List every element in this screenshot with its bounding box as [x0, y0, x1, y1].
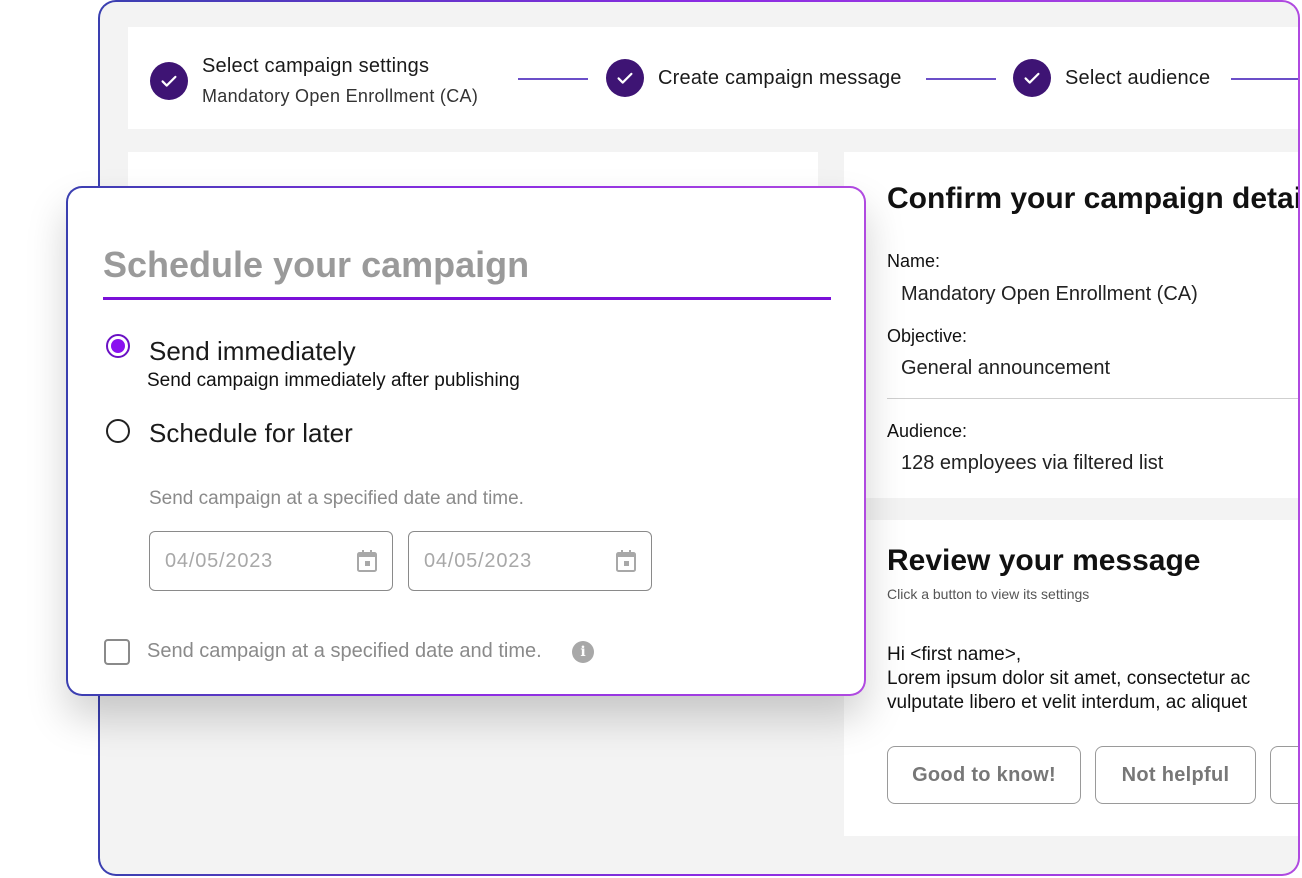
- step-campaign-message[interactable]: Create campaign message: [606, 59, 902, 97]
- title-underline: [103, 297, 831, 300]
- calendar-icon[interactable]: [356, 549, 378, 578]
- info-icon[interactable]: i: [572, 641, 594, 663]
- send-immediately-label[interactable]: Send immediately: [149, 336, 356, 367]
- step-connector: [1231, 78, 1298, 80]
- message-body-line: Lorem ipsum dolor sit amet, consectetur …: [887, 668, 1251, 689]
- divider: [887, 398, 1298, 399]
- audience-value: 128 employees via filtered list: [901, 452, 1164, 474]
- end-date-value: 04/05/2023: [424, 550, 533, 572]
- modal-title: Schedule your campaign: [103, 244, 530, 285]
- end-date-input[interactable]: 04/05/2023: [408, 531, 652, 591]
- specified-time-checkbox[interactable]: [104, 639, 130, 665]
- schedule-later-radio[interactable]: [106, 419, 130, 443]
- step-title: Create campaign message: [658, 66, 902, 89]
- start-date-value: 04/05/2023: [165, 550, 274, 572]
- step-title: Select campaign settings: [202, 55, 430, 77]
- good-to-know-button[interactable]: Good to know!: [887, 746, 1081, 804]
- step-subtitle: Mandatory Open Enrollment (CA): [202, 86, 479, 106]
- check-icon: [150, 62, 188, 100]
- review-title: Review your message: [887, 544, 1201, 577]
- calendar-icon[interactable]: [615, 549, 637, 578]
- progress-stepper: Select campaign settings Mandatory Open …: [128, 27, 1298, 129]
- confirm-title: Confirm your campaign detai: [887, 182, 1300, 215]
- send-immediately-radio[interactable]: [106, 334, 130, 358]
- confirm-details-panel: Confirm your campaign detai Name: Mandat…: [844, 152, 1300, 498]
- response-button[interactable]: W: [1270, 746, 1298, 804]
- objective-label: Objective:: [887, 326, 968, 346]
- step-connector: [518, 78, 588, 80]
- check-icon: [1013, 59, 1051, 97]
- step-connector: [926, 78, 996, 80]
- step-select-audience[interactable]: Select audience: [1013, 59, 1210, 97]
- name-value: Mandatory Open Enrollment (CA): [901, 283, 1198, 305]
- schedule-later-label[interactable]: Schedule for later: [149, 418, 353, 449]
- schedule-later-description: Send campaign at a specified date and ti…: [149, 488, 524, 509]
- message-greeting: Hi <first name>,: [887, 644, 1022, 665]
- check-icon: [606, 59, 644, 97]
- review-message-panel: Review your message Click a button to vi…: [844, 520, 1298, 836]
- start-date-input[interactable]: 04/05/2023: [149, 531, 393, 591]
- step-title: Select audience: [1065, 66, 1211, 89]
- step-campaign-settings[interactable]: Select campaign settings Mandatory Open …: [150, 55, 478, 107]
- schedule-modal: Schedule your campaign Send immediately …: [66, 186, 866, 696]
- audience-label: Audience:: [887, 421, 968, 441]
- checkbox-label[interactable]: Send campaign at a specified date and ti…: [147, 640, 542, 663]
- review-subtitle: Click a button to view its settings: [887, 586, 1090, 602]
- objective-value: General announcement: [901, 357, 1111, 379]
- name-label: Name:: [887, 251, 941, 271]
- send-immediately-description: Send campaign immediately after publishi…: [147, 370, 520, 391]
- message-body-line: vulputate libero et velit interdum, ac a…: [887, 692, 1248, 713]
- not-helpful-button[interactable]: Not helpful: [1095, 746, 1256, 804]
